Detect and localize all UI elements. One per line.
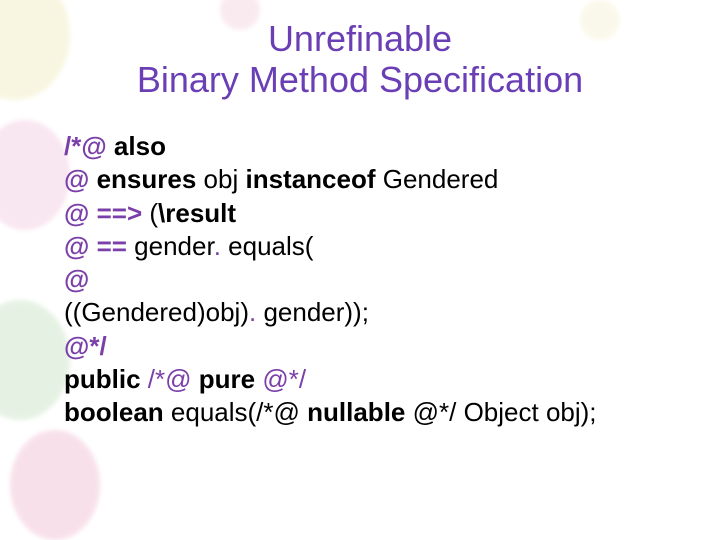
jml-at: @	[64, 164, 97, 194]
code-line: @	[64, 263, 664, 296]
code-line: ((Gendered)obj). gender));	[64, 296, 664, 329]
code-text: Gendered	[376, 164, 499, 194]
kw-pure: pure	[199, 364, 255, 394]
code-text: equals(/*@	[164, 397, 307, 427]
jml-at: @	[64, 264, 89, 294]
code-text: @*/ Object obj);	[405, 397, 596, 427]
code-text: (	[142, 198, 158, 228]
jml-at: @	[64, 231, 97, 261]
code-line: public /*@ pure @*/	[64, 363, 664, 396]
jml-inline: /*@	[141, 364, 199, 394]
code-line: @*/	[64, 330, 664, 363]
dot: .	[214, 231, 221, 261]
decorative-shape	[10, 430, 100, 540]
code-line: @ ensures obj instanceof Gendered	[64, 163, 664, 196]
title-line-2: Binary Method Specification	[137, 59, 583, 100]
title-line-1: Unrefinable	[268, 18, 452, 59]
slide-title: Unrefinable Binary Method Specification	[0, 18, 720, 101]
code-line: @ ==> (\result	[64, 197, 664, 230]
jml-close: @*/	[64, 331, 107, 361]
jml-open: /*@	[64, 131, 114, 161]
kw-boolean: boolean	[64, 397, 164, 427]
op-eq: ==	[97, 231, 127, 261]
op-implies: ==>	[97, 198, 143, 228]
jml-at: @	[64, 198, 97, 228]
jml-inline: @*/	[255, 364, 306, 394]
kw-public: public	[64, 364, 141, 394]
slide-container: Unrefinable Binary Method Specification …	[0, 0, 720, 540]
code-text: gender	[127, 231, 214, 261]
decorative-shape	[0, 300, 70, 420]
kw-ensures: ensures	[97, 164, 197, 194]
kw-nullable: nullable	[307, 397, 405, 427]
code-text: gender));	[256, 297, 369, 327]
code-text: obj	[196, 164, 245, 194]
code-text: equals(	[221, 231, 314, 261]
code-block: /*@ also @ ensures obj instanceof Gender…	[64, 130, 664, 429]
kw-result: \result	[158, 198, 236, 228]
kw-also: also	[114, 131, 166, 161]
code-line: @ == gender. equals(	[64, 230, 664, 263]
code-line: boolean equals(/*@ nullable @*/ Object o…	[64, 396, 664, 429]
code-line: /*@ also	[64, 130, 664, 163]
kw-instanceof: instanceof	[245, 164, 375, 194]
code-text: ((Gendered)obj)	[64, 297, 249, 327]
decorative-shape	[0, 120, 70, 230]
